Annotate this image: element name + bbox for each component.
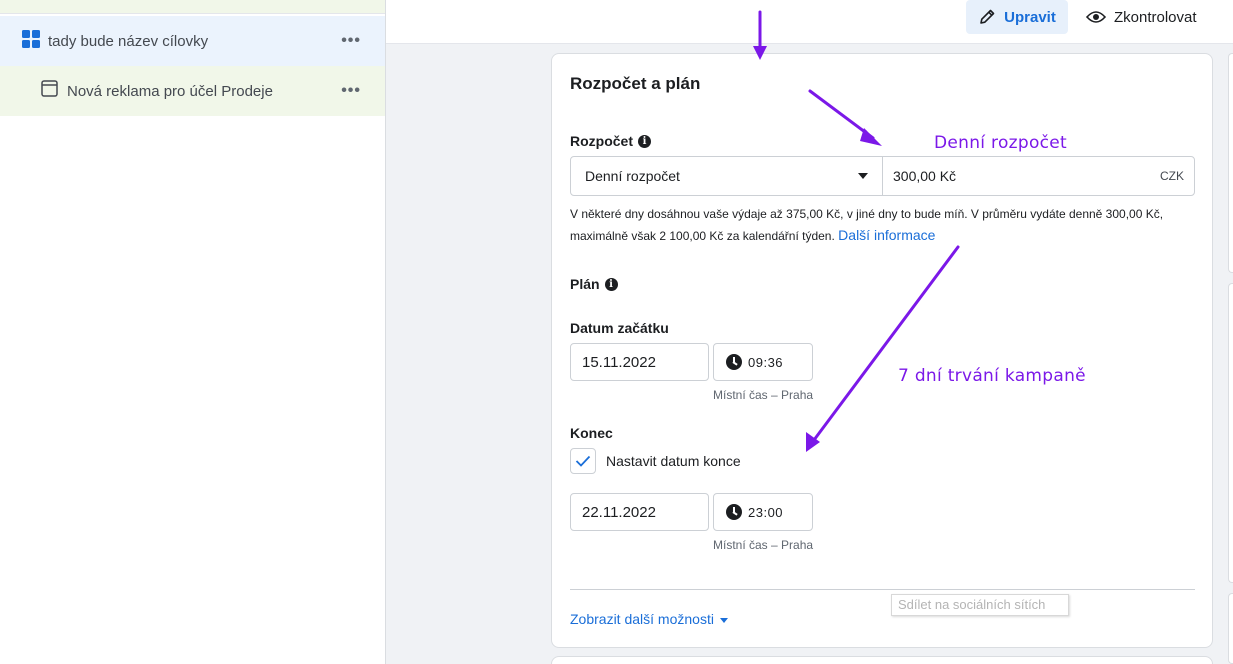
timezone-label: Místní čas – Praha bbox=[713, 388, 814, 402]
sidebar-item-label: Nová reklama pro účel Prodeje bbox=[67, 82, 273, 100]
end-date-input[interactable]: 22.11.2022 bbox=[570, 493, 709, 531]
budget-label-text: Rozpočet bbox=[570, 133, 633, 149]
budget-help-text: V některé dny dosáhnou vaše výdaje až 37… bbox=[570, 204, 1195, 247]
campaign-row-partial[interactable] bbox=[0, 0, 385, 14]
budget-amount-input[interactable]: 300,00 Kč CZK bbox=[883, 157, 1194, 195]
side-card-edge bbox=[1228, 53, 1233, 273]
annotation-duration: 7 dní trvání kampaně bbox=[898, 366, 1086, 386]
next-card-partial bbox=[551, 656, 1213, 664]
currency-label: CZK bbox=[1160, 169, 1184, 183]
edit-button[interactable]: Upravit bbox=[966, 0, 1068, 34]
more-options-icon[interactable]: ••• bbox=[341, 33, 361, 49]
start-date-label: Datum začátku bbox=[570, 320, 669, 336]
more-options-icon[interactable]: ••• bbox=[341, 83, 361, 99]
budget-amount-value: 300,00 Kč bbox=[893, 168, 957, 184]
info-icon[interactable]: i bbox=[604, 277, 618, 291]
budget-label: Rozpočet i bbox=[570, 133, 651, 149]
caret-down-icon bbox=[719, 617, 728, 623]
start-time-value: 09:36 bbox=[748, 354, 784, 370]
start-date-input[interactable]: 15.11.2022 bbox=[570, 343, 709, 381]
clock-icon bbox=[726, 354, 742, 370]
side-card-edge bbox=[1228, 593, 1233, 664]
budget-input-group: Denní rozpočet 300,00 Kč CZK bbox=[570, 156, 1195, 196]
show-more-options-link[interactable]: Zobrazit další možnosti bbox=[570, 611, 728, 627]
pencil-icon bbox=[980, 9, 995, 24]
end-date-checkbox[interactable] bbox=[570, 448, 596, 474]
sidebar-item-ad[interactable]: Nová reklama pro účel Prodeje ••• bbox=[0, 66, 385, 116]
end-time-input[interactable]: 23:00 bbox=[713, 493, 813, 531]
clock-icon bbox=[726, 504, 742, 520]
end-date-checkbox-label: Nastavit datum konce bbox=[606, 453, 741, 469]
side-card-edge bbox=[1228, 283, 1233, 583]
end-date-value: 22.11.2022 bbox=[582, 503, 656, 521]
schedule-label-text: Plán bbox=[570, 276, 600, 292]
card-title: Rozpočet a plán bbox=[570, 74, 701, 93]
share-tooltip: Sdílet na sociálních sítích bbox=[891, 594, 1069, 616]
caret-down-icon bbox=[858, 173, 868, 179]
grid-icon bbox=[22, 29, 40, 53]
ad-icon bbox=[41, 80, 58, 102]
start-time-input[interactable]: 09:36 bbox=[713, 343, 813, 381]
annotation-daily-budget: Denní rozpočet bbox=[934, 133, 1068, 153]
sidebar-item-label: tady bude název cílovky bbox=[48, 32, 209, 50]
campaign-tree-sidebar: tady bude název cílovky ••• Nová reklama… bbox=[0, 0, 386, 664]
review-button[interactable]: Zkontrolovat bbox=[1086, 0, 1197, 34]
budget-type-value: Denní rozpočet bbox=[585, 168, 680, 184]
budget-schedule-card: Rozpočet a plán Rozpočet i Denní rozpoče… bbox=[551, 53, 1213, 648]
learn-more-link[interactable]: Další informace bbox=[838, 227, 935, 243]
end-time-value: 23:00 bbox=[748, 504, 784, 520]
start-date-value: 15.11.2022 bbox=[582, 353, 656, 371]
top-toolbar: Upravit Zkontrolovat bbox=[386, 0, 1233, 44]
eye-icon bbox=[1086, 11, 1106, 23]
review-label: Zkontrolovat bbox=[1114, 8, 1197, 26]
end-label: Konec bbox=[570, 425, 613, 441]
edit-label: Upravit bbox=[1004, 8, 1056, 26]
timezone-label: Místní čas – Praha bbox=[713, 538, 814, 552]
sidebar-item-adset[interactable]: tady bude název cílovky ••• bbox=[0, 16, 385, 66]
schedule-label: Plán i bbox=[570, 276, 618, 292]
end-date-toggle[interactable]: Nastavit datum konce bbox=[570, 448, 741, 474]
divider bbox=[570, 589, 1195, 590]
show-more-options-label: Zobrazit další možnosti bbox=[570, 611, 714, 627]
checkmark-icon bbox=[575, 455, 591, 467]
budget-type-select[interactable]: Denní rozpočet bbox=[571, 157, 883, 195]
info-icon[interactable]: i bbox=[638, 134, 651, 148]
